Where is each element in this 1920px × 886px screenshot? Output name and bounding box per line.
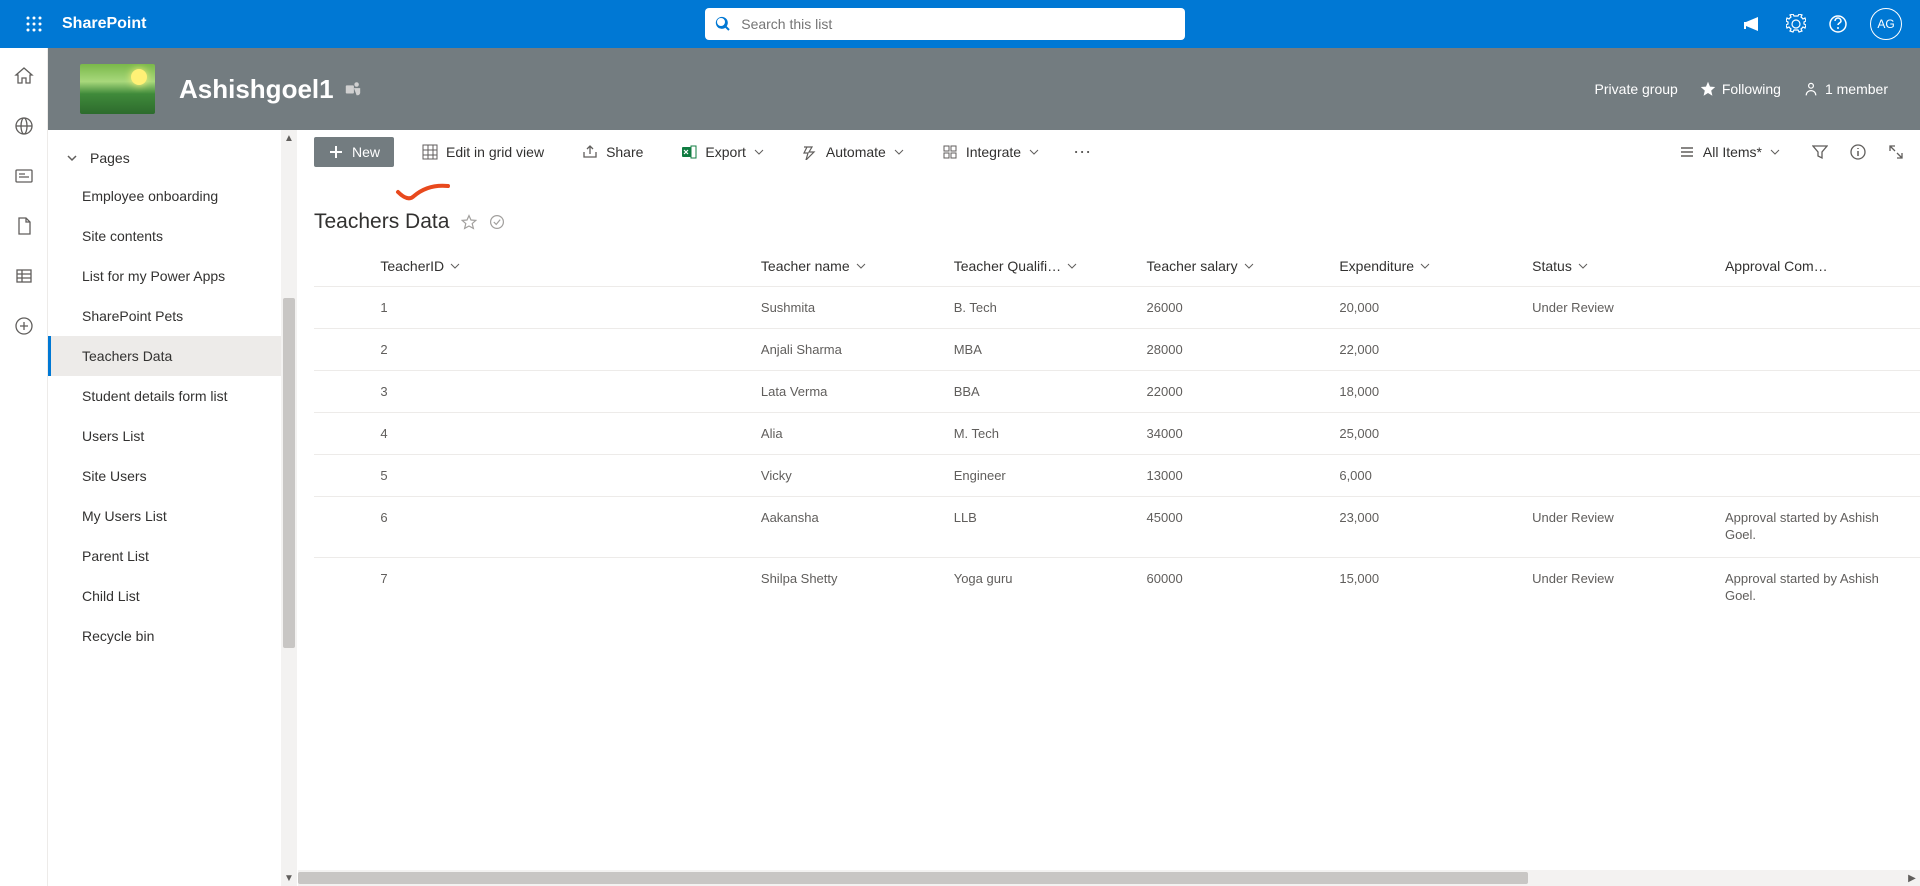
site-logo[interactable] <box>80 64 155 114</box>
app-name[interactable]: SharePoint <box>62 15 146 33</box>
annotation-checkmark <box>394 182 450 202</box>
excel-icon <box>681 144 697 160</box>
table-row[interactable]: 5VickyEngineer130006,000 <box>314 455 1920 497</box>
left-rail <box>0 48 48 886</box>
star-filled-icon <box>1700 81 1716 97</box>
scroll-thumb[interactable] <box>283 298 295 648</box>
scroll-right-arrow[interactable]: ▶ <box>1904 870 1920 886</box>
nav-item-list-for-my-power-apps[interactable]: List for my Power Apps <box>48 256 281 296</box>
grid-icon <box>422 144 438 160</box>
new-button[interactable]: New <box>314 137 394 167</box>
site-title[interactable]: Ashishgoel1 <box>179 74 334 105</box>
nav-item-my-users-list[interactable]: My Users List <box>48 496 281 536</box>
table-row[interactable]: 3Lata VermaBBA2200018,000 <box>314 371 1920 413</box>
command-bar: New Edit in grid view Share Export <box>298 130 1920 174</box>
site-header: Ashishgoel1 Private group Following 1 me… <box>48 48 1920 130</box>
megaphone-icon[interactable] <box>1744 14 1764 34</box>
more-commands[interactable]: ⋯ <box>1067 142 1098 163</box>
favorite-star-icon[interactable] <box>461 214 477 230</box>
nav-item-site-contents[interactable]: Site contents <box>48 216 281 256</box>
share-button[interactable]: Share <box>572 138 653 166</box>
scroll-up-arrow[interactable]: ▲ <box>281 130 297 146</box>
list-title: Teachers Data <box>314 210 449 234</box>
add-icon[interactable] <box>14 316 34 336</box>
integrate-icon <box>942 144 958 160</box>
nav-item-site-users[interactable]: Site Users <box>48 456 281 496</box>
chevron-down-icon <box>1578 261 1588 271</box>
person-icon <box>1803 81 1819 97</box>
search-icon <box>715 16 731 32</box>
flow-icon <box>802 144 818 160</box>
column-header[interactable]: Teacher name <box>753 246 946 287</box>
column-header[interactable]: Expenditure <box>1331 246 1524 287</box>
horizontal-scrollbar[interactable]: ◀ ▶ <box>298 870 1920 886</box>
privacy-label: Private group <box>1595 81 1678 97</box>
column-header[interactable]: Teacher Qualifi… <box>946 246 1139 287</box>
chevron-down-icon <box>66 152 78 164</box>
chevron-down-icon <box>894 147 904 157</box>
data-table: TeacherIDTeacher nameTeacher Qualifi…Tea… <box>314 246 1920 618</box>
nav-item-teachers-data[interactable]: Teachers Data <box>48 336 281 376</box>
app-launcher[interactable] <box>10 16 58 32</box>
news-icon[interactable] <box>14 166 34 186</box>
side-nav: Pages Employee onboardingSite contentsLi… <box>48 130 282 886</box>
share-icon <box>582 144 598 160</box>
column-header[interactable]: TeacherID <box>372 246 753 287</box>
table-row[interactable]: 2Anjali SharmaMBA2800022,000 <box>314 329 1920 371</box>
suite-header: SharePoint AG <box>0 0 1920 48</box>
teams-icon[interactable] <box>344 80 362 98</box>
nav-item-employee-onboarding[interactable]: Employee onboarding <box>48 176 281 216</box>
table-row[interactable]: 6AakanshaLLB4500023,000Under ReviewAppro… <box>314 497 1920 558</box>
nav-item-child-list[interactable]: Child List <box>48 576 281 616</box>
list-view-icon <box>1679 144 1695 160</box>
nav-item-users-list[interactable]: Users List <box>48 416 281 456</box>
list-icon[interactable] <box>14 266 34 286</box>
search-box[interactable] <box>705 8 1185 40</box>
gear-icon[interactable] <box>1786 14 1806 34</box>
table-row[interactable]: 1SushmitaB. Tech2600020,000Under Review <box>314 287 1920 329</box>
chevron-down-icon <box>1067 261 1077 271</box>
nav-item-sharepoint-pets[interactable]: SharePoint Pets <box>48 296 281 336</box>
edit-grid-button[interactable]: Edit in grid view <box>412 138 554 166</box>
info-icon[interactable] <box>1850 144 1866 160</box>
column-header[interactable]: Approval Com… <box>1717 246 1920 287</box>
table-row[interactable]: 4AliaM. Tech3400025,000 <box>314 413 1920 455</box>
column-header[interactable]: Status <box>1524 246 1717 287</box>
automate-button[interactable]: Automate <box>792 138 914 166</box>
chevron-down-icon <box>856 261 866 271</box>
table-row[interactable]: 7Shilpa ShettyYoga guru6000015,000Under … <box>314 557 1920 617</box>
nav-item-student-details-form-list[interactable]: Student details form list <box>48 376 281 416</box>
globe-icon[interactable] <box>14 116 34 136</box>
file-icon[interactable] <box>14 216 34 236</box>
help-icon[interactable] <box>1828 14 1848 34</box>
chevron-down-icon <box>1770 147 1780 157</box>
members-button[interactable]: 1 member <box>1803 81 1888 97</box>
view-selector[interactable]: All Items* <box>1669 138 1790 166</box>
chevron-down-icon <box>754 147 764 157</box>
nav-section-pages[interactable]: Pages <box>48 140 281 176</box>
chevron-down-icon <box>1029 147 1039 157</box>
verified-icon[interactable] <box>489 214 505 230</box>
chevron-down-icon <box>1244 261 1254 271</box>
plus-icon <box>328 144 344 160</box>
home-icon[interactable] <box>14 66 34 86</box>
nav-item-recycle-bin[interactable]: Recycle bin <box>48 616 281 656</box>
search-input[interactable] <box>741 16 1175 32</box>
nav-scrollbar[interactable]: ▲ ▼ <box>281 130 297 886</box>
column-header[interactable]: Teacher salary <box>1139 246 1332 287</box>
user-avatar[interactable]: AG <box>1870 8 1902 40</box>
chevron-down-icon <box>1420 261 1430 271</box>
integrate-button[interactable]: Integrate <box>932 138 1049 166</box>
h-scroll-thumb[interactable] <box>298 872 1528 884</box>
expand-icon[interactable] <box>1888 144 1904 160</box>
following-button[interactable]: Following <box>1700 81 1781 97</box>
scroll-down-arrow[interactable]: ▼ <box>281 870 297 886</box>
export-button[interactable]: Export <box>671 138 773 166</box>
filter-icon[interactable] <box>1812 144 1828 160</box>
chevron-down-icon <box>450 261 460 271</box>
nav-item-parent-list[interactable]: Parent List <box>48 536 281 576</box>
